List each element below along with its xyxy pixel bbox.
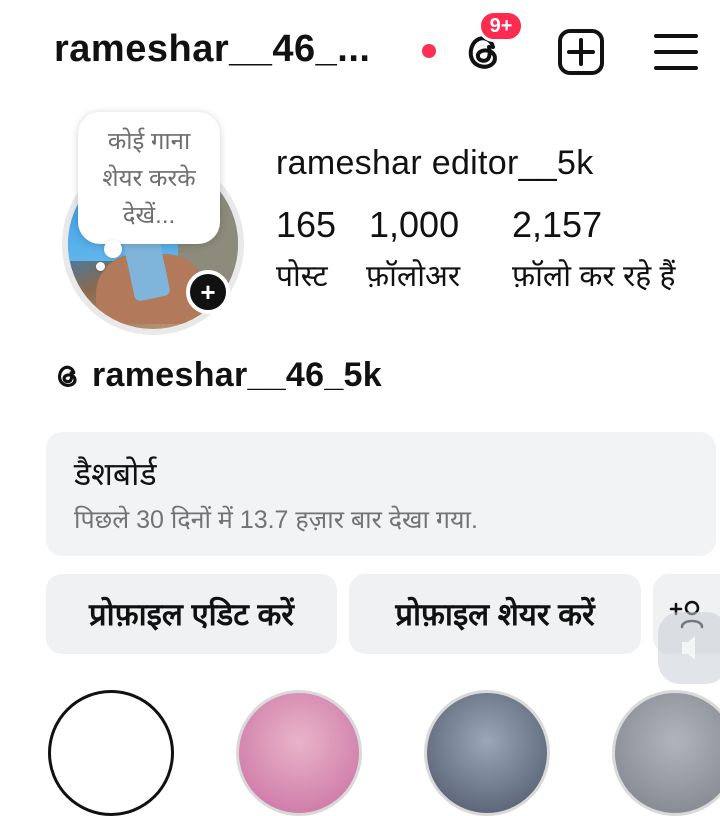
sound-overlay-button[interactable] (658, 612, 720, 684)
highlight-item[interactable] (236, 690, 362, 816)
highlight-item[interactable] (612, 690, 720, 816)
dashboard-title: डैशबोर्ड (74, 456, 157, 492)
sound-icon (682, 636, 695, 660)
highlight-item[interactable] (424, 690, 550, 816)
dashboard-subtitle: पिछले 30 दिनों में 13.7 हज़ार बार देखा ग… (74, 506, 478, 534)
menu-button[interactable] (652, 30, 700, 74)
add-story-button[interactable]: + (186, 270, 230, 314)
threads-icon (57, 365, 77, 387)
display-name: rameshar editor__5k (276, 144, 594, 182)
posts-label[interactable]: पोस्ट (276, 254, 328, 295)
hamburger-menu-icon (654, 34, 698, 70)
followers-label[interactable]: फ़ॉलोअर (366, 254, 460, 295)
following-label[interactable]: फ़ॉलो कर रहे हैं (512, 254, 675, 295)
share-profile-button[interactable]: प्रोफ़ाइल शेयर करें (349, 574, 641, 654)
note-bubble-tail-small (96, 262, 105, 271)
new-highlight[interactable] (48, 690, 174, 816)
notification-dot (422, 44, 436, 58)
note-bubble-tail (104, 240, 122, 258)
edit-profile-button[interactable]: प्रोफ़ाइल एडिट करें (46, 574, 337, 654)
create-button[interactable] (556, 27, 606, 77)
threads-profile-link[interactable]: rameshar__46_5k (54, 356, 382, 395)
posts-count[interactable]: 165 (276, 204, 336, 246)
following-count[interactable]: 2,157 (512, 204, 602, 246)
followers-count[interactable]: 1,000 (369, 204, 459, 246)
create-plus-square-icon (558, 29, 604, 75)
threads-badge: 9+ (478, 10, 524, 42)
note-bubble[interactable]: कोई गाना शेयर करके देखें... (78, 112, 220, 244)
threads-handle: rameshar__46_5k (92, 356, 382, 394)
header-username[interactable]: rameshar__46_... (54, 28, 370, 71)
